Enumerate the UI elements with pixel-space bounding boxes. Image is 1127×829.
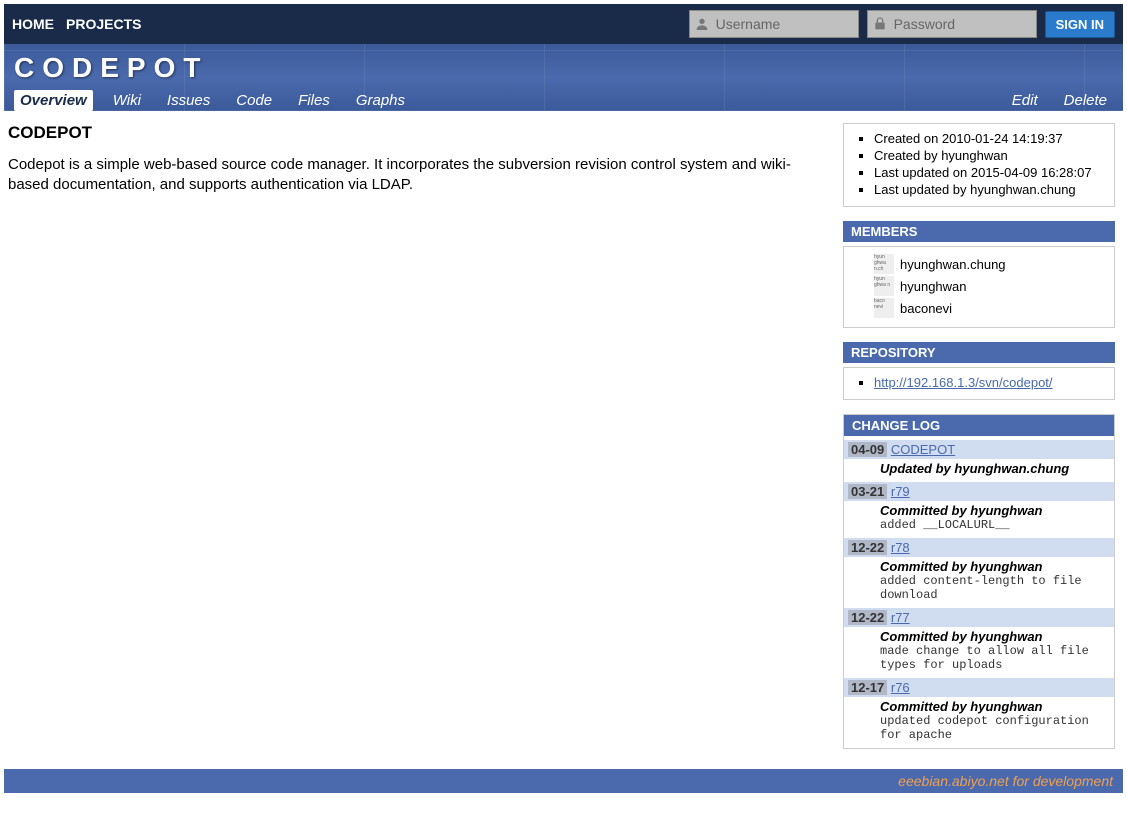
changelog-msg: updated codepot configuration for apache xyxy=(880,714,1110,742)
repo-link[interactable]: http://192.168.1.3/svn/codepot/ xyxy=(874,375,1053,390)
action-delete[interactable]: Delete xyxy=(1058,90,1113,111)
changelog-entry: 12-22 r78 Committed by hyunghwanadded con… xyxy=(844,538,1114,608)
changelog-who: Committed by hyunghwan xyxy=(880,699,1110,714)
meta-updated-by: Last updated by hyunghwan.chung xyxy=(874,181,1104,198)
changelog-who: Committed by hyunghwan xyxy=(880,559,1110,574)
changelog-msg: added content-length to file download xyxy=(880,574,1110,602)
page-title: CODEPOT xyxy=(8,123,819,143)
changelog-who: Committed by hyunghwan xyxy=(880,503,1110,518)
tab-files[interactable]: Files xyxy=(292,90,336,111)
member-name: hyunghwan xyxy=(900,279,967,294)
action-edit[interactable]: Edit xyxy=(1006,90,1044,111)
repo-header: REPOSITORY xyxy=(843,342,1115,363)
banner: CODEPOT Overview Wiki Issues Code Files … xyxy=(4,44,1123,111)
changelog-entry: 03-21 r79 Committed by hyunghwanadded __L… xyxy=(844,482,1114,538)
sidebar: Created on 2010-01-24 14:19:37 Created b… xyxy=(843,123,1123,749)
changelog-box: CHANGE LOG 04-09 CODEPOT Updated by hyung… xyxy=(843,414,1115,749)
lock-icon xyxy=(872,16,888,32)
changelog-rev[interactable]: r78 xyxy=(891,540,910,555)
changelog-who: Committed by hyunghwan xyxy=(880,629,1110,644)
footer: eeebian.abiyo.net for development xyxy=(4,769,1123,793)
changelog-entry: 12-22 r77 Committed by hyunghwanmade chan… xyxy=(844,608,1114,678)
changelog-entry: 04-09 CODEPOT Updated by hyunghwan.chung xyxy=(844,440,1114,482)
tabs: Overview Wiki Issues Code Files Graphs E… xyxy=(14,90,1113,111)
member-item: baco nevi baconevi xyxy=(874,297,1104,319)
changelog-msg: added __LOCALURL__ xyxy=(880,518,1110,532)
nav-home[interactable]: HOME xyxy=(12,16,54,32)
signin-button[interactable]: SIGN IN xyxy=(1045,11,1115,38)
changelog-who: Updated by hyunghwan.chung xyxy=(880,461,1110,476)
banner-title: CODEPOT xyxy=(14,52,1113,84)
member-item: hyun ghwa n hyunghwan xyxy=(874,275,1104,297)
user-icon xyxy=(694,16,710,32)
avatar: hyun ghwa n.ch xyxy=(874,254,894,274)
changelog-rev[interactable]: r77 xyxy=(891,610,910,625)
members-header: MEMBERS xyxy=(843,221,1115,242)
changelog-entry: 12-17 r76 Committed by hyunghwanupdated c… xyxy=(844,678,1114,748)
username-input[interactable] xyxy=(689,10,859,38)
avatar: baco nevi xyxy=(874,298,894,318)
avatar: hyun ghwa n xyxy=(874,276,894,296)
member-name: baconevi xyxy=(900,301,952,316)
tab-overview[interactable]: Overview xyxy=(14,90,93,111)
changelog-date: 12-22 xyxy=(848,610,887,625)
nav-projects[interactable]: PROJECTS xyxy=(66,16,141,32)
tab-code[interactable]: Code xyxy=(230,90,278,111)
password-wrap xyxy=(867,10,1037,38)
tab-wiki[interactable]: Wiki xyxy=(107,90,147,111)
changelog-msg: made change to allow all file types for … xyxy=(880,644,1110,672)
member-item: hyun ghwa n.ch hyunghwan.chung xyxy=(874,253,1104,275)
meta-created-on: Created on 2010-01-24 14:19:37 xyxy=(874,130,1104,147)
tab-graphs[interactable]: Graphs xyxy=(350,90,411,111)
username-wrap xyxy=(689,10,859,38)
meta-box: Created on 2010-01-24 14:19:37 Created b… xyxy=(843,123,1115,207)
password-input[interactable] xyxy=(867,10,1037,38)
repo-box: REPOSITORY http://192.168.1.3/svn/codepo… xyxy=(843,342,1115,400)
meta-updated-on: Last updated on 2015-04-09 16:28:07 xyxy=(874,164,1104,181)
footer-text: eeebian.abiyo.net for development xyxy=(898,773,1113,789)
changelog-date: 12-22 xyxy=(848,540,887,555)
members-box: MEMBERS hyun ghwa n.ch hyunghwan.chunghy… xyxy=(843,221,1115,328)
changelog-rev[interactable]: r79 xyxy=(891,484,910,499)
changelog-rev[interactable]: CODEPOT xyxy=(891,442,955,457)
main: CODEPOT Codepot is a simple web-based so… xyxy=(4,123,823,749)
changelog-rev[interactable]: r76 xyxy=(891,680,910,695)
page-description: Codepot is a simple web-based source cod… xyxy=(8,155,819,194)
changelog-date: 03-21 xyxy=(848,484,887,499)
member-name: hyunghwan.chung xyxy=(900,257,1006,272)
meta-created-by: Created by hyunghwan xyxy=(874,147,1104,164)
tab-issues[interactable]: Issues xyxy=(161,90,216,111)
content: CODEPOT Codepot is a simple web-based so… xyxy=(4,111,1123,749)
top-bar: HOME PROJECTS SIGN IN xyxy=(4,4,1123,44)
changelog-date: 12-17 xyxy=(848,680,887,695)
changelog-header: CHANGE LOG xyxy=(844,415,1114,436)
changelog-date: 04-09 xyxy=(848,442,887,457)
